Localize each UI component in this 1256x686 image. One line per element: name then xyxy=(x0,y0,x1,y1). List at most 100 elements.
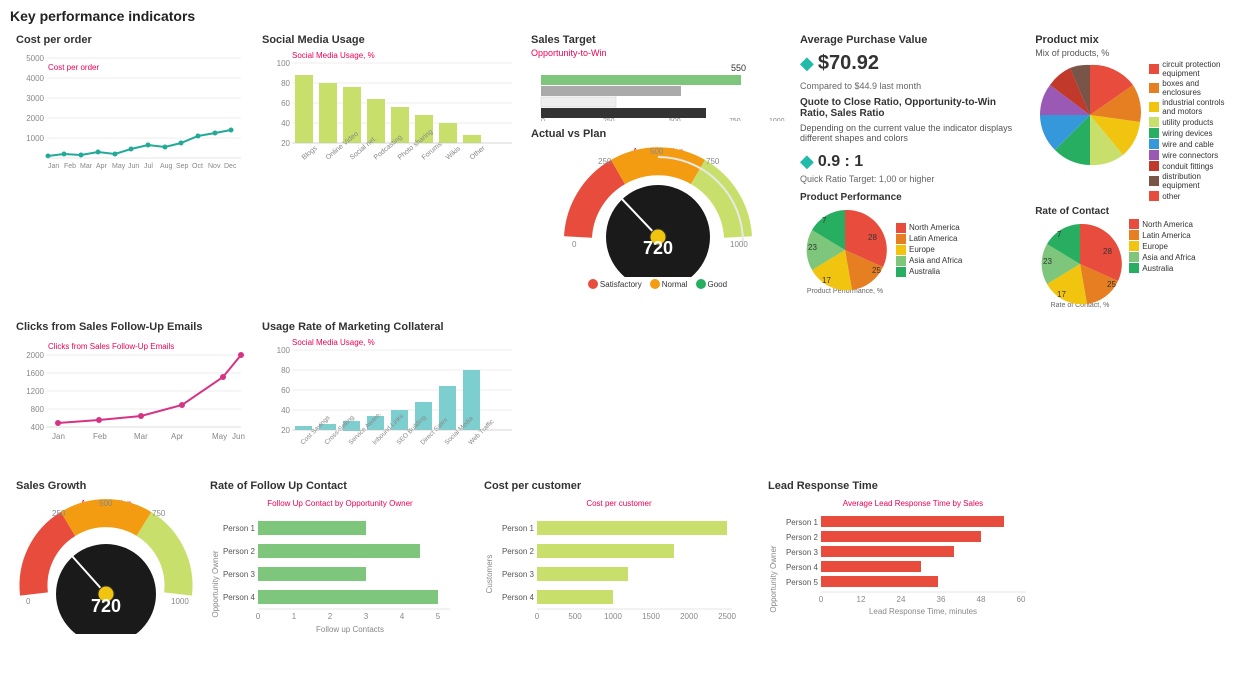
avg-purchase-value: $70.92 xyxy=(818,52,879,75)
svg-text:250: 250 xyxy=(598,157,612,166)
svg-text:24: 24 xyxy=(897,595,906,604)
svg-text:3: 3 xyxy=(364,612,369,621)
clicks-chart: Clicks from Sales Follow-Up Emails 2000 … xyxy=(16,335,246,465)
svg-text:Person 4: Person 4 xyxy=(223,593,256,602)
ratio-desc: Depending on the current value the indic… xyxy=(800,123,1019,143)
cost-per-customer-card: Cost per customer Cost per customer Cust… xyxy=(478,476,758,646)
svg-text:720: 720 xyxy=(642,238,672,258)
svg-text:Mar: Mar xyxy=(134,432,148,441)
svg-text:500: 500 xyxy=(568,612,582,621)
clicks-title: Clicks from Sales Follow-Up Emails xyxy=(16,321,246,333)
product-mix-title: Product mix xyxy=(1035,34,1240,46)
sales-target-card: Sales Target Opportunity-to-Win 550 0 25… xyxy=(525,30,790,313)
sales-growth-gauge: Actual vs Plan 0 250 500 750 1000 720 xyxy=(16,494,196,634)
svg-text:250: 250 xyxy=(603,118,615,121)
cost-per-order-card: Cost per order 5000 4000 3000 2000 1000 … xyxy=(10,30,252,313)
svg-text:Person 2: Person 2 xyxy=(786,533,819,542)
ratio-sub: Quick Ratio Target: 1,00 or higher xyxy=(800,174,1019,184)
svg-text:500: 500 xyxy=(669,118,681,121)
svg-text:Apr: Apr xyxy=(171,432,184,441)
svg-text:Customers: Customers xyxy=(485,555,494,594)
svg-text:Sep: Sep xyxy=(176,163,189,170)
svg-text:20: 20 xyxy=(281,426,290,435)
svg-text:1000: 1000 xyxy=(769,118,785,121)
product-perf-title: Product Performance xyxy=(800,192,1019,203)
sales-growth-card: Sales Growth Actual vs Plan 0 250 500 75… xyxy=(10,476,200,646)
social-media-title: Social Media Usage xyxy=(262,34,515,46)
svg-text:3000: 3000 xyxy=(26,94,44,103)
svg-text:Jan: Jan xyxy=(52,432,65,441)
svg-text:Person 1: Person 1 xyxy=(786,518,819,527)
svg-text:Jun: Jun xyxy=(232,432,245,441)
svg-text:0: 0 xyxy=(819,595,824,604)
svg-text:400: 400 xyxy=(31,423,45,432)
svg-text:800: 800 xyxy=(31,405,45,414)
svg-text:20: 20 xyxy=(281,139,290,148)
svg-text:17: 17 xyxy=(822,276,831,285)
cost-per-order-title: Cost per order xyxy=(16,34,246,46)
svg-text:Other: Other xyxy=(469,144,487,161)
svg-text:Lead Response Time, minutes: Lead Response Time, minutes xyxy=(869,607,977,616)
social-media-card: Social Media Usage Social Media Usage, %… xyxy=(256,30,521,313)
svg-text:500: 500 xyxy=(99,499,113,508)
svg-text:Clicks from Sales Follow-Up Em: Clicks from Sales Follow-Up Emails xyxy=(48,342,174,351)
svg-text:2000: 2000 xyxy=(680,612,698,621)
svg-text:1600: 1600 xyxy=(26,369,44,378)
ratio-value: 0.9 : 1 xyxy=(818,153,863,171)
main-title: Key performance indicators xyxy=(10,8,1246,24)
avg-purchase-title: Average Purchase Value xyxy=(800,34,1019,46)
social-media-chart: Social Media Usage, % 100 80 60 40 20 xyxy=(262,48,517,178)
product-perf-pie: Product Performance, % 28 25 17 23 7 xyxy=(800,205,890,295)
svg-text:4000: 4000 xyxy=(26,74,44,83)
svg-text:Wikis: Wikis xyxy=(445,145,463,161)
svg-text:500: 500 xyxy=(650,147,664,156)
svg-text:1: 1 xyxy=(292,612,297,621)
svg-text:40: 40 xyxy=(281,406,290,415)
usage-rate-title: Usage Rate of Marketing Collateral xyxy=(262,321,515,333)
svg-text:Person 2: Person 2 xyxy=(223,547,256,556)
svg-text:80: 80 xyxy=(281,366,290,375)
opportunity-label: Opportunity-to-Win xyxy=(531,48,784,58)
perf-contact-row xyxy=(776,317,1246,472)
svg-text:Follow up Contacts: Follow up Contacts xyxy=(316,625,384,634)
usage-rate-card: Usage Rate of Marketing Collateral Socia… xyxy=(256,317,521,472)
svg-text:Social Media Usage, %: Social Media Usage, % xyxy=(292,51,375,60)
svg-text:1000: 1000 xyxy=(26,134,44,143)
svg-text:17: 17 xyxy=(1057,290,1066,299)
svg-text:12: 12 xyxy=(857,595,866,604)
svg-text:Person 3: Person 3 xyxy=(786,548,819,557)
svg-text:Person 4: Person 4 xyxy=(502,593,535,602)
svg-text:Follow Up Contact by Opportuni: Follow Up Contact by Opportunity Owner xyxy=(267,499,413,508)
lead-response-card: Lead Response Time Average Lead Response… xyxy=(762,476,1062,646)
rate-of-contact-title: Rate of Contact xyxy=(1035,206,1240,217)
clicks-card: Clicks from Sales Follow-Up Emails Click… xyxy=(10,317,252,472)
svg-text:Person 5: Person 5 xyxy=(786,578,819,587)
svg-text:Average Lead Response Time by: Average Lead Response Time by Sales xyxy=(843,499,983,508)
svg-text:28: 28 xyxy=(1103,247,1112,256)
svg-text:Dec: Dec xyxy=(224,163,237,170)
svg-text:Person 3: Person 3 xyxy=(502,570,535,579)
avg-purchase-comparison: Compared to $44.9 last month xyxy=(800,81,1019,91)
lead-response-chart: Average Lead Response Time by Sales Oppo… xyxy=(768,494,1058,639)
svg-text:Feb: Feb xyxy=(93,432,107,441)
svg-text:1000: 1000 xyxy=(730,240,748,249)
gauge-legend: Satisfactory Normal Good xyxy=(531,279,784,289)
follow-up-chart: Follow Up Contact by Opportunity Owner O… xyxy=(210,494,470,639)
svg-text:2: 2 xyxy=(328,612,333,621)
usage-rate-chart: Social Media Usage, % 100 80 60 40 20 xyxy=(262,335,517,465)
svg-text:25: 25 xyxy=(1107,280,1116,289)
svg-text:60: 60 xyxy=(1017,595,1026,604)
cost-per-order-chart: 5000 4000 3000 2000 1000 Cost per order xyxy=(16,48,246,178)
svg-text:1200: 1200 xyxy=(26,387,44,396)
product-mix-card: Product mix Mix of products, % circuit p xyxy=(1029,30,1246,313)
svg-text:7: 7 xyxy=(1057,230,1062,239)
svg-text:28: 28 xyxy=(868,233,877,242)
svg-text:Cost per order: Cost per order xyxy=(48,63,99,72)
svg-text:Oct: Oct xyxy=(192,163,203,170)
svg-text:Opportunity Owner: Opportunity Owner xyxy=(769,545,778,612)
svg-text:0: 0 xyxy=(541,118,545,121)
svg-text:4: 4 xyxy=(400,612,405,621)
product-mix-pie xyxy=(1035,60,1145,170)
actual-vs-plan-title: Actual vs Plan xyxy=(531,128,784,140)
svg-text:0: 0 xyxy=(256,612,261,621)
